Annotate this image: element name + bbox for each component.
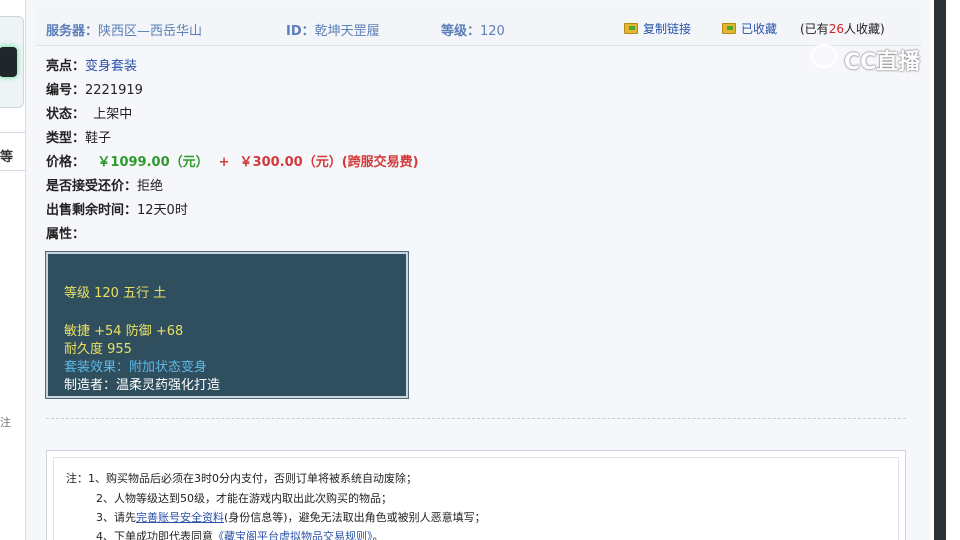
price-plus: +	[218, 155, 230, 170]
type-label: 类型：	[46, 131, 86, 146]
id-label: ID：	[286, 24, 315, 39]
attributes-row: 属性：	[46, 223, 85, 242]
stream-watermark: CC直播	[800, 14, 930, 75]
note-1: 注：1、购买物品后必须在3时0分内支付，否则订单将被系统自动废除；	[66, 472, 417, 485]
server-info: 服务器：陕西区—西岳华山	[46, 20, 202, 39]
id-info: ID：乾坤天罡履	[286, 20, 380, 39]
remaining-time-row: 出售剩余时间：12天0时	[46, 199, 188, 218]
copy-link-label: 复制链接	[643, 22, 692, 36]
status-label: 状态：	[46, 107, 86, 122]
item-icon	[0, 47, 17, 77]
trading-rules-link[interactable]: 《藏宝阁平台虚拟物品交易规则》	[213, 530, 373, 540]
sidebar-tab-fragment[interactable]: 等	[0, 146, 13, 165]
item-header-bar: 服务器：陕西区—西岳华山 ID：乾坤天罡履 等级：120 复制链接 已收藏 (已…	[36, 8, 921, 46]
favorited-label: 已收藏	[741, 22, 778, 36]
attr-level-element: 等级 120 五行 土	[64, 286, 167, 301]
folder-icon	[624, 23, 638, 34]
attributes-box: 等级 120 五行 土 敏捷 +54 防御 +68 耐久度 955 套装效果：附…	[45, 251, 409, 399]
remaining-time-label: 出售剩余时间：	[46, 203, 138, 218]
note-4-prefix: 4、下单成功即代表同意	[96, 530, 213, 540]
highlight-label: 亮点：	[46, 59, 86, 74]
price-row: 价格： ￥1099.00（元） + ￥300.00（元）(跨服交易费)	[46, 151, 419, 170]
item-thumbnail[interactable]	[0, 16, 24, 108]
number-label: 编号：	[46, 83, 86, 98]
number-row: 编号：2221919	[46, 79, 143, 98]
left-sidebar: 等 注	[0, 0, 26, 540]
sidebar-divider	[0, 170, 26, 171]
counter-offer-row: 是否接受还价：拒绝	[46, 175, 163, 194]
note-3-prefix: 3、请先	[96, 511, 136, 524]
type-row: 类型：鞋子	[46, 127, 111, 146]
favorited-button[interactable]: 已收藏	[722, 20, 777, 37]
remaining-time-value: 12天0时	[137, 203, 188, 218]
sidebar-note-fragment: 注	[0, 416, 11, 429]
attr-set-effect: 套装效果：附加状态变身	[64, 360, 208, 375]
price-value: ￥1099.00（元）	[97, 155, 209, 170]
id-value: 乾坤天罡履	[314, 24, 380, 39]
folder-icon	[722, 23, 736, 34]
note-4-suffix: 。	[372, 530, 384, 540]
note-3-suffix: (身份信息等)，避免无法取出角色或被别人恶意填写；	[224, 511, 486, 524]
attr-durability: 耐久度 955	[64, 342, 132, 357]
status-row: 状态： 上架中	[46, 103, 132, 122]
level-info: 等级：120	[441, 20, 505, 39]
scrollbar[interactable]	[934, 0, 946, 540]
counter-offer-label: 是否接受还价：	[46, 179, 138, 194]
attributes-label: 属性：	[46, 227, 86, 242]
highlight-row: 亮点：变身套装	[46, 55, 137, 74]
counter-offer-value: 拒绝	[137, 179, 164, 194]
purchase-notes-box: 注：1、购买物品后必须在3时0分内支付，否则订单将被系统自动废除； 2、人物等级…	[46, 450, 906, 540]
cross-server-fee: ￥300.00（元）(跨服交易费)	[239, 155, 419, 170]
server-label: 服务器：	[46, 24, 99, 39]
server-value: 陕西区—西岳华山	[98, 24, 203, 39]
sidebar-divider	[0, 132, 26, 133]
status-value: 上架中	[93, 107, 133, 122]
section-divider	[46, 418, 906, 419]
watermark-text: CC直播	[844, 50, 921, 75]
item-detail-panel: 服务器：陕西区—西岳华山 ID：乾坤天罡履 等级：120 复制链接 已收藏 (已…	[26, 0, 930, 540]
number-value: 2221919	[85, 83, 143, 98]
level-value: 120	[480, 24, 505, 39]
note-4: 4、下单成功即代表同意《藏宝阁平台虚拟物品交易规则》。	[96, 528, 384, 540]
note-3: 3、请先完善账号安全资料(身份信息等)，避免无法取出角色或被别人恶意填写；	[96, 509, 486, 525]
highlight-value[interactable]: 变身套装	[85, 59, 137, 74]
watermark-logo-icon	[810, 44, 838, 68]
copy-link-button[interactable]: 复制链接	[624, 20, 691, 37]
attr-agility-defense: 敏捷 +54 防御 +68	[64, 324, 184, 339]
note-2: 2、人物等级达到50级，才能在游戏内取出此次购买的物品；	[96, 492, 392, 505]
attr-maker: 制造者：温柔灵药强化打造	[64, 378, 221, 393]
price-label: 价格：	[46, 155, 86, 170]
level-label: 等级：	[441, 24, 481, 39]
purchase-notes-inner: 注：1、购买物品后必须在3时0分内支付，否则订单将被系统自动废除； 2、人物等级…	[53, 457, 899, 540]
type-value: 鞋子	[85, 131, 112, 146]
account-security-link[interactable]: 完善账号安全资料	[136, 511, 224, 524]
